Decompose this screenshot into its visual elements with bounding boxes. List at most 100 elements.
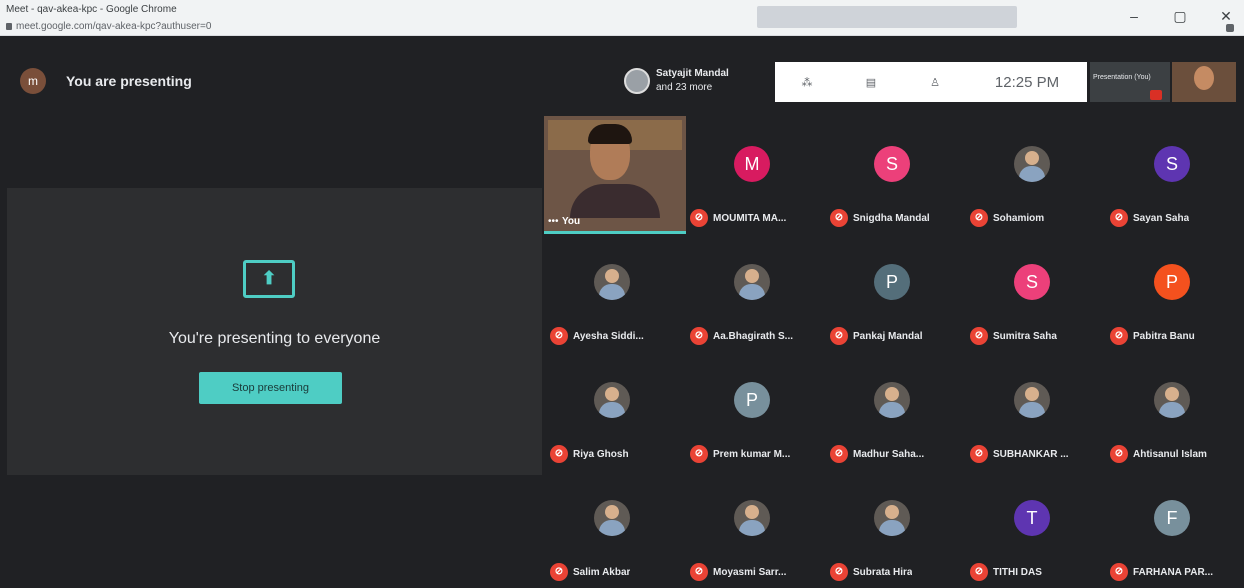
people-icon[interactable]: ♙: [903, 76, 967, 89]
url-text[interactable]: meet.google.com/qav-akea-kpc?authuser=0: [16, 21, 211, 32]
participant-name: Prem kumar M...: [713, 448, 791, 460]
mic-off-icon: ⊘: [550, 445, 568, 463]
meeting-controls-bar: ⁂ ▤ ♙ 12:25 PM: [775, 62, 1087, 102]
participant-nameplate: ⊘ Subrata Hira: [830, 563, 913, 581]
participant-nameplate: ⊘ Snigdha Mandal: [830, 209, 930, 227]
participant-tile[interactable]: M ⊘ MOUMITA MA...: [684, 116, 822, 230]
participant-nameplate: ⊘ Prem kumar M...: [690, 445, 791, 463]
photo-body: [599, 402, 625, 418]
participant-tile[interactable]: ⊘ Ahtisanul Islam: [1104, 352, 1242, 466]
participant-tile[interactable]: ⊘ Riya Ghosh: [544, 352, 682, 466]
participant-tile[interactable]: P ⊘ Prem kumar M...: [684, 352, 822, 466]
photo-head: [605, 505, 619, 519]
participant-photo: [594, 382, 630, 418]
presentation-panel: ⬆ You're presenting to everyone Stop pre…: [7, 188, 542, 475]
presenter-chip[interactable]: Satyajit Mandal and 23 more: [620, 64, 768, 98]
extension-icon[interactable]: [1226, 24, 1234, 32]
participant-tile[interactable]: F ⊘ FARHANA PAR...: [1104, 470, 1242, 584]
photo-head: [1165, 387, 1179, 401]
presentation-bottom-area: [7, 475, 542, 588]
participant-name: Aa.Bhagirath S...: [713, 330, 794, 342]
participant-tile[interactable]: ⊘ Sohamiom: [964, 116, 1102, 230]
participant-name: Subrata Hira: [853, 566, 913, 578]
mic-off-icon: ⊘: [550, 563, 568, 581]
participant-avatar: P: [1154, 264, 1190, 300]
participant-photo: [874, 382, 910, 418]
photo-body: [599, 520, 625, 536]
close-window-button[interactable]: ✕: [1216, 8, 1236, 25]
participant-tile[interactable]: ⊘ SUBHANKAR ...: [964, 352, 1102, 466]
participant-tile[interactable]: S ⊘ Snigdha Mandal: [824, 116, 962, 230]
photo-body: [599, 284, 625, 300]
participant-nameplate: ⊘ Riya Ghosh: [550, 445, 629, 463]
participant-tile[interactable]: S ⊘ Sayan Saha: [1104, 116, 1242, 230]
participant-tile[interactable]: ⊘ Madhur Saha...: [824, 352, 962, 466]
photo-body: [1019, 166, 1045, 182]
photo-body: [739, 284, 765, 300]
participant-tile[interactable]: P ⊘ Pabitra Banu: [1104, 234, 1242, 348]
participant-avatar: S: [874, 146, 910, 182]
mic-off-icon: ⊘: [1110, 327, 1128, 345]
participant-nameplate: ⊘ TITHI DAS: [970, 563, 1042, 581]
participant-photo: [1014, 146, 1050, 182]
participant-name: Madhur Saha...: [853, 448, 925, 460]
meeting-time: 12:25 PM: [994, 73, 1060, 91]
participant-tile[interactable]: T ⊘ TITHI DAS: [964, 470, 1102, 584]
photo-head: [745, 505, 759, 519]
tab-title[interactable]: Meet - qav-akea-kpc - Google Chrome: [6, 4, 177, 15]
self-video-tile[interactable]: ••• You: [544, 116, 686, 234]
presentation-label: Presentation (You): [1093, 74, 1151, 81]
participant-nameplate: ⊘ Sayan Saha: [1110, 209, 1189, 227]
photo-body: [739, 520, 765, 536]
lock-icon: [6, 23, 12, 30]
participant-nameplate: ⊘ Pankaj Mandal: [830, 327, 923, 345]
address-bar[interactable]: meet.google.com/qav-akea-kpc?authuser=0: [6, 21, 211, 32]
participant-nameplate: ⊘ Sohamiom: [970, 209, 1044, 227]
mic-off-icon: ⊘: [1110, 563, 1128, 581]
screen-share-toolbar[interactable]: [757, 6, 1017, 28]
participant-avatar: P: [734, 382, 770, 418]
minimize-button[interactable]: –: [1124, 8, 1144, 24]
photo-head: [605, 387, 619, 401]
self-view-thumbnail[interactable]: [1172, 62, 1236, 102]
self-shirt: [570, 184, 660, 218]
photo-head: [1025, 387, 1039, 401]
participant-tile[interactable]: S ⊘ Sumitra Saha: [964, 234, 1102, 348]
participant-name: FARHANA PAR...: [1133, 566, 1213, 578]
avatar[interactable]: m: [20, 68, 46, 94]
participant-tile[interactable]: ⊘ Ayesha Siddi...: [544, 234, 682, 348]
photo-body: [1019, 402, 1045, 418]
more-options-icon[interactable]: •••: [548, 216, 559, 227]
participant-tile[interactable]: ⊘ Aa.Bhagirath S...: [684, 234, 822, 348]
participant-avatar: S: [1154, 146, 1190, 182]
browser-titlebar: Meet - qav-akea-kpc - Google Chrome meet…: [0, 0, 1244, 36]
presentation-thumbnail[interactable]: Presentation (You): [1090, 62, 1170, 102]
participant-photo: [1154, 382, 1190, 418]
participant-name: Snigdha Mandal: [853, 212, 930, 224]
participant-name: TITHI DAS: [993, 566, 1042, 578]
present-screen-icon: ⬆: [243, 260, 295, 298]
stop-share-icon[interactable]: [1150, 90, 1162, 100]
captions-icon[interactable]: ⁂: [775, 76, 839, 89]
participant-tile[interactable]: ⊘ Moyasmi Sarr...: [684, 470, 822, 584]
participant-name: Pabitra Banu: [1133, 330, 1195, 342]
participant-nameplate: ⊘ Sumitra Saha: [970, 327, 1057, 345]
participant-nameplate: ⊘ Madhur Saha...: [830, 445, 925, 463]
participant-name: Sumitra Saha: [993, 330, 1057, 342]
stop-presenting-button[interactable]: Stop presenting: [199, 372, 342, 404]
chat-icon[interactable]: ▤: [839, 76, 903, 89]
participant-name: Riya Ghosh: [573, 448, 629, 460]
mic-off-icon: ⊘: [1110, 209, 1128, 227]
participant-photo: [734, 264, 770, 300]
participant-nameplate: ⊘ Pabitra Banu: [1110, 327, 1195, 345]
mic-off-icon: ⊘: [830, 563, 848, 581]
participant-tile[interactable]: ⊘ Subrata Hira: [824, 470, 962, 584]
participant-name: Ahtisanul Islam: [1133, 448, 1207, 460]
participant-tile[interactable]: ⊘ Salim Akbar: [544, 470, 682, 584]
participant-avatar: P: [874, 264, 910, 300]
participant-grid: ••• You M ⊘ MOUMITA MA... S ⊘ Snigdha Mandal ⊘…: [544, 116, 1244, 588]
participant-tile[interactable]: P ⊘ Pankaj Mandal: [824, 234, 962, 348]
maximize-button[interactable]: ▢: [1170, 8, 1190, 25]
presenter-avatar: [624, 68, 650, 94]
participant-name: Pankaj Mandal: [853, 330, 923, 342]
